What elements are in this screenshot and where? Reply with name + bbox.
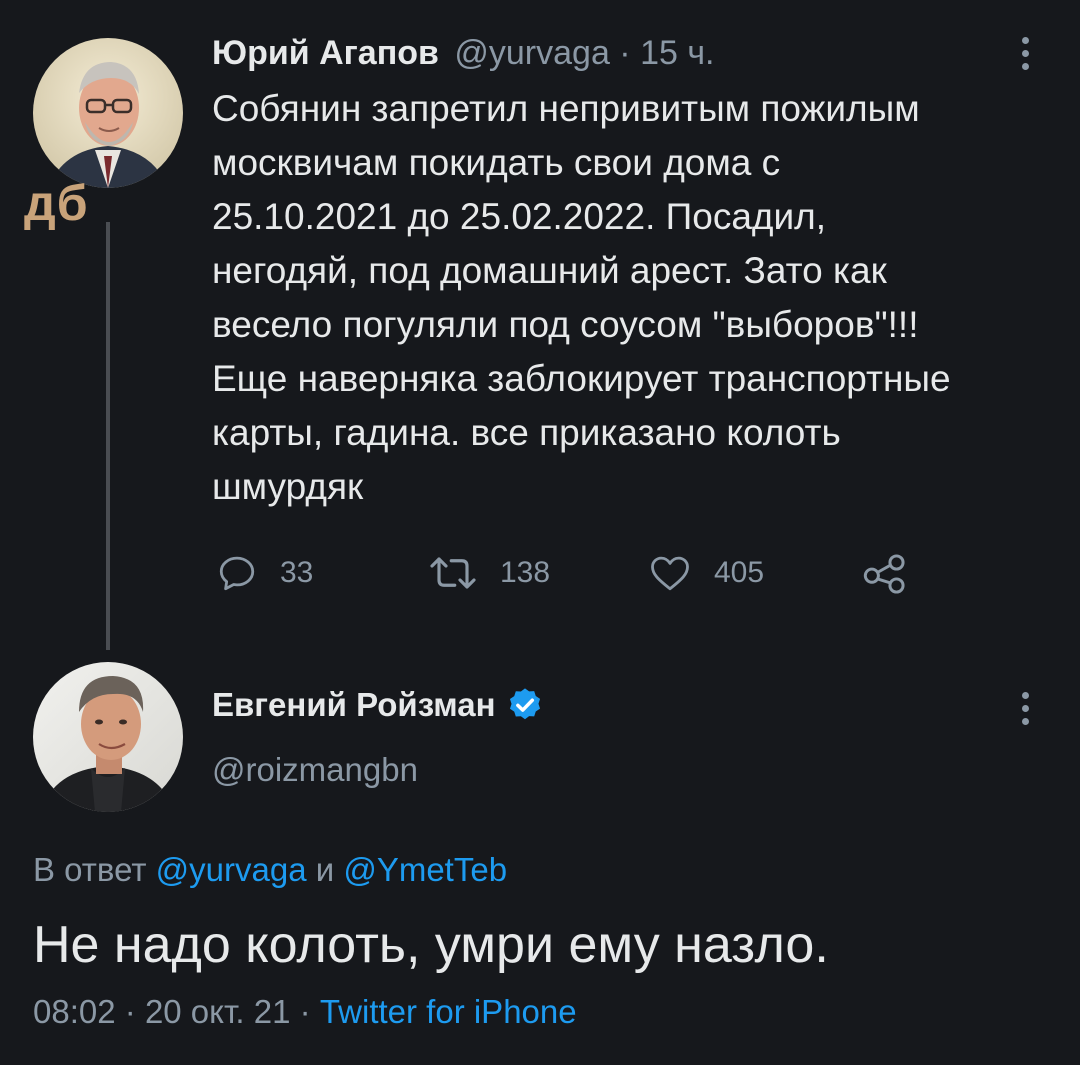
tweet2-handle[interactable]: @roizmangbn (212, 748, 418, 792)
tweet2-timestamp-row: 08:02 · 20 окт. 21 · Twitter for iPhone (33, 993, 577, 1030)
like-button[interactable]: 405 (648, 552, 764, 594)
share-button[interactable] (862, 554, 908, 594)
avatar-yuri-agapov[interactable] (33, 38, 183, 188)
overlay-label: дб (24, 175, 89, 231)
more-vertical-icon[interactable] (1022, 37, 1030, 76)
tweet2-author-row: Евгений Ройзман (212, 683, 544, 727)
tweet1-meta[interactable]: @yurvaga · 15 ч. (454, 34, 714, 72)
heart-icon (651, 556, 689, 591)
like-count: 405 (714, 556, 765, 589)
reply-context: В ответ @yurvaga и @YmetTeb (33, 848, 507, 892)
reply-button[interactable]: 33 (216, 552, 313, 594)
retweet-icon (430, 557, 476, 589)
verified-badge-icon (509, 688, 540, 720)
author-name[interactable]: Юрий Агапов (212, 34, 439, 72)
tweet-source[interactable]: Twitter for iPhone (320, 993, 577, 1030)
tweet1-text: Собянин запретил непривитым пожилым моск… (212, 88, 951, 507)
reply-user-link[interactable]: @YmetTeb (343, 851, 507, 888)
share-icon (863, 554, 905, 594)
tweet2-text: Не надо колоть, умри ему назло. (33, 916, 829, 974)
tweet-date[interactable]: 20 окт. 21 (145, 993, 291, 1030)
reply-user-link[interactable]: @yurvaga (156, 851, 307, 888)
speech-bubble-icon (219, 556, 255, 591)
reply-count: 33 (280, 556, 314, 589)
retweet-button[interactable]: 138 (428, 552, 550, 594)
author-name[interactable]: Евгений Ройзман (212, 683, 496, 727)
reply-prefix: В ответ (33, 851, 147, 888)
thread-connector-line (106, 222, 110, 650)
tweet1-header: Юрий Агапов @yurvaga · 15 ч. (212, 30, 715, 76)
retweet-count: 138 (500, 556, 551, 589)
tweet-time[interactable]: 08:02 (33, 993, 116, 1030)
reply-conjunction: и (315, 851, 335, 888)
avatar-evgeny-roizman[interactable] (33, 662, 183, 812)
more-vertical-icon[interactable] (1022, 692, 1030, 731)
